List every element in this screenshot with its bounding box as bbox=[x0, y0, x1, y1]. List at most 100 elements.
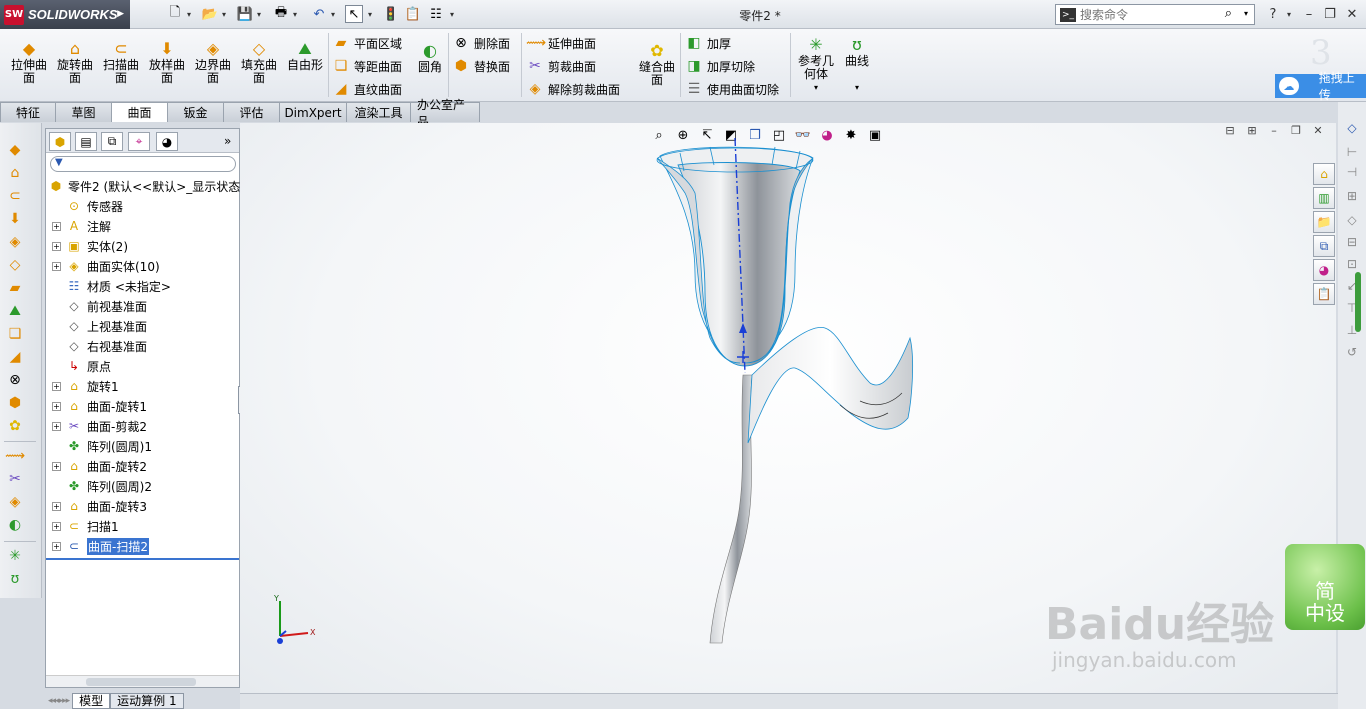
select-icon[interactable]: ↖ bbox=[345, 5, 363, 23]
tab-evaluate[interactable]: 评估 bbox=[223, 102, 280, 122]
file-properties-icon[interactable]: 📋 bbox=[404, 5, 422, 23]
undo-icon[interactable]: ↶ bbox=[310, 5, 328, 23]
revolved-surface-icon[interactable]: ⌂ bbox=[6, 164, 24, 182]
expand-icon[interactable]: + bbox=[52, 381, 61, 391]
print-dropdown-icon[interactable]: ▾ bbox=[293, 10, 297, 19]
tree-item[interactable]: ✤ 阵列(圆周)2 bbox=[46, 476, 239, 496]
align-icon-2[interactable]: ⊣ bbox=[1344, 164, 1360, 180]
search-dropdown-icon[interactable]: ▾ bbox=[1244, 9, 1248, 18]
solidworks-logo[interactable]: SW SOLIDWORKS ▶ bbox=[0, 0, 130, 29]
tab-motion-study[interactable]: 运动算例 1 bbox=[110, 692, 184, 709]
options-dropdown-icon[interactable]: ▾ bbox=[450, 10, 454, 19]
expand-icon[interactable]: + bbox=[52, 241, 61, 251]
surface-cut-button[interactable]: ☰ 使用曲面切除 bbox=[685, 79, 779, 99]
search-icon[interactable]: ⌕ bbox=[1225, 6, 1232, 21]
tab-scroll-arrows-icon[interactable]: ◂◂◂▸▸▸ bbox=[48, 696, 70, 706]
fillet-button[interactable]: ◐ 圆角 bbox=[410, 41, 450, 74]
delete-face-button[interactable]: ⊗ 删除面 bbox=[452, 33, 510, 53]
close-icon[interactable]: ✕ bbox=[1343, 5, 1361, 23]
search-input[interactable] bbox=[1080, 7, 1220, 22]
tree-item[interactable]: + ⌂ 曲面-旋转3 bbox=[46, 496, 239, 516]
swept-surface-icon[interactable]: ⊂ bbox=[6, 187, 24, 205]
tree-item[interactable]: + ⌂ 曲面-旋转2 bbox=[46, 456, 239, 476]
untrim-surface-button[interactable]: ◈ 解除剪裁曲面 bbox=[526, 79, 620, 99]
reference-geometry-dropdown-icon[interactable]: ▾ bbox=[795, 81, 837, 94]
tab-sheet-metal[interactable]: 钣金 bbox=[167, 102, 224, 122]
align-icon-10[interactable]: ↺ bbox=[1344, 344, 1360, 360]
tree-item[interactable]: + ▣ 实体(2) bbox=[46, 236, 239, 256]
freeform-icon[interactable]: ⛰ bbox=[6, 302, 24, 320]
knit-surface-icon[interactable]: ✿ bbox=[6, 417, 24, 435]
scrollbar-thumb[interactable] bbox=[86, 678, 196, 686]
extruded-surface-icon[interactable]: ◆ bbox=[6, 141, 24, 159]
tree-item[interactable]: + A 注解 bbox=[46, 216, 239, 236]
align-icon-5[interactable]: ⊟ bbox=[1344, 234, 1360, 250]
ruled-surface-button[interactable]: ◢ 直纹曲面 bbox=[332, 79, 402, 99]
options-icon[interactable]: ☷ bbox=[427, 5, 445, 23]
align-icon-4[interactable]: ◇ bbox=[1344, 212, 1360, 228]
dimxpert-manager-tab-icon[interactable]: ⌖ bbox=[128, 132, 150, 151]
tree-item[interactable]: ⊙ 传感器 bbox=[46, 196, 239, 216]
fillet-icon[interactable]: ◐ bbox=[6, 516, 24, 534]
trim-surface-icon[interactable]: ✂ bbox=[6, 470, 24, 488]
tab-office-products[interactable]: 办公室产品 bbox=[410, 98, 480, 129]
boundary-surface-button[interactable]: ◈ 边界曲 面 bbox=[191, 39, 235, 85]
minimize-icon[interactable]: – bbox=[1300, 5, 1318, 23]
tree-item[interactable]: + ◈ 曲面实体(10) bbox=[46, 256, 239, 276]
tree-item[interactable]: ✤ 阵列(圆周)1 bbox=[46, 436, 239, 456]
freeform-button[interactable]: ⛰ 自由形 bbox=[283, 39, 327, 72]
open-dropdown-icon[interactable]: ▾ bbox=[222, 10, 226, 19]
revolved-surface-button[interactable]: ⌂ 旋转曲 面 bbox=[53, 39, 97, 85]
expand-icon[interactable]: + bbox=[52, 261, 61, 271]
expand-icon[interactable]: + bbox=[52, 541, 61, 551]
tab-sketch[interactable]: 草图 bbox=[55, 102, 112, 122]
search-commands[interactable]: >_ ⌕ ▾ bbox=[1055, 4, 1255, 25]
reference-geometry-icon[interactable]: ✳ bbox=[6, 547, 24, 565]
extend-surface-button[interactable]: ⟿ 延伸曲面 bbox=[526, 33, 596, 53]
tree-item[interactable]: + ⌂ 曲面-旋转1 bbox=[46, 396, 239, 416]
ruled-surface-icon[interactable]: ◢ bbox=[6, 348, 24, 366]
select-dropdown-icon[interactable]: ▾ bbox=[368, 10, 372, 19]
tab-dimxpert[interactable]: DimXpert bbox=[279, 102, 347, 122]
tree-item[interactable]: + ⌂ 旋转1 bbox=[46, 376, 239, 396]
view-palette-icon[interactable]: ⧉ bbox=[1313, 235, 1335, 257]
custom-properties-icon[interactable]: 📋 bbox=[1313, 283, 1335, 305]
restore-icon[interactable]: ❐ bbox=[1321, 5, 1339, 23]
tree-item[interactable]: + ✂ 曲面-剪裁2 bbox=[46, 416, 239, 436]
align-icon-6[interactable]: ⊡ bbox=[1344, 256, 1360, 272]
filled-surface-icon[interactable]: ◇ bbox=[6, 256, 24, 274]
expand-panel-icon[interactable]: » bbox=[224, 134, 231, 148]
planar-surface-icon[interactable]: ▰ bbox=[6, 279, 24, 297]
swept-surface-button[interactable]: ⊂ 扫描曲 面 bbox=[99, 39, 143, 85]
replace-face-button[interactable]: ⬢ 替换面 bbox=[452, 56, 510, 76]
save-dropdown-icon[interactable]: ▾ bbox=[257, 10, 261, 19]
tab-surfaces[interactable]: 曲面 bbox=[111, 102, 168, 122]
undo-dropdown-icon[interactable]: ▾ bbox=[331, 10, 335, 19]
boundary-surface-icon[interactable]: ◈ bbox=[6, 233, 24, 251]
tab-features[interactable]: 特征 bbox=[0, 102, 56, 122]
drag-upload-button[interactable]: ☁ 拖拽上传 bbox=[1275, 71, 1366, 102]
file-explorer-icon[interactable]: 📁 bbox=[1313, 211, 1335, 233]
curves-icon[interactable]: ʊ bbox=[6, 570, 24, 588]
tree-item[interactable]: ☷ 材质 <未指定> bbox=[46, 276, 239, 296]
extend-surface-icon[interactable]: ⟿ bbox=[5, 447, 25, 465]
reference-geometry-button[interactable]: ✳ 参考几 何体 ▾ bbox=[795, 35, 837, 94]
configuration-manager-tab-icon[interactable]: ⧉ bbox=[101, 132, 123, 151]
planar-surface-button[interactable]: ▰ 平面区域 bbox=[332, 33, 402, 53]
tree-item[interactable]: ↳ 原点 bbox=[46, 356, 239, 376]
solidworks-resources-icon[interactable]: ⌂ bbox=[1313, 163, 1335, 185]
expand-icon[interactable]: + bbox=[52, 401, 61, 411]
align-icon-1[interactable]: ⊢ bbox=[1344, 144, 1360, 160]
tab-render-tools[interactable]: 渲染工具 bbox=[346, 102, 411, 122]
replace-face-icon[interactable]: ⬢ bbox=[6, 394, 24, 412]
design-library-icon[interactable]: ▥ bbox=[1313, 187, 1335, 209]
print-icon[interactable]: 🖶 bbox=[272, 5, 290, 23]
save-icon[interactable]: 💾 bbox=[236, 5, 254, 23]
tree-item[interactable]: ◇ 上视基准面 bbox=[46, 316, 239, 336]
right-scroll-indicator[interactable] bbox=[1355, 272, 1361, 332]
expand-icon[interactable]: + bbox=[52, 421, 61, 431]
tab-model[interactable]: 模型 bbox=[72, 692, 111, 709]
knit-surface-button[interactable]: ✿ 缝合曲 面 bbox=[636, 41, 678, 87]
curves-dropdown-icon[interactable]: ▾ bbox=[838, 81, 876, 94]
expand-icon[interactable]: + bbox=[52, 461, 61, 471]
